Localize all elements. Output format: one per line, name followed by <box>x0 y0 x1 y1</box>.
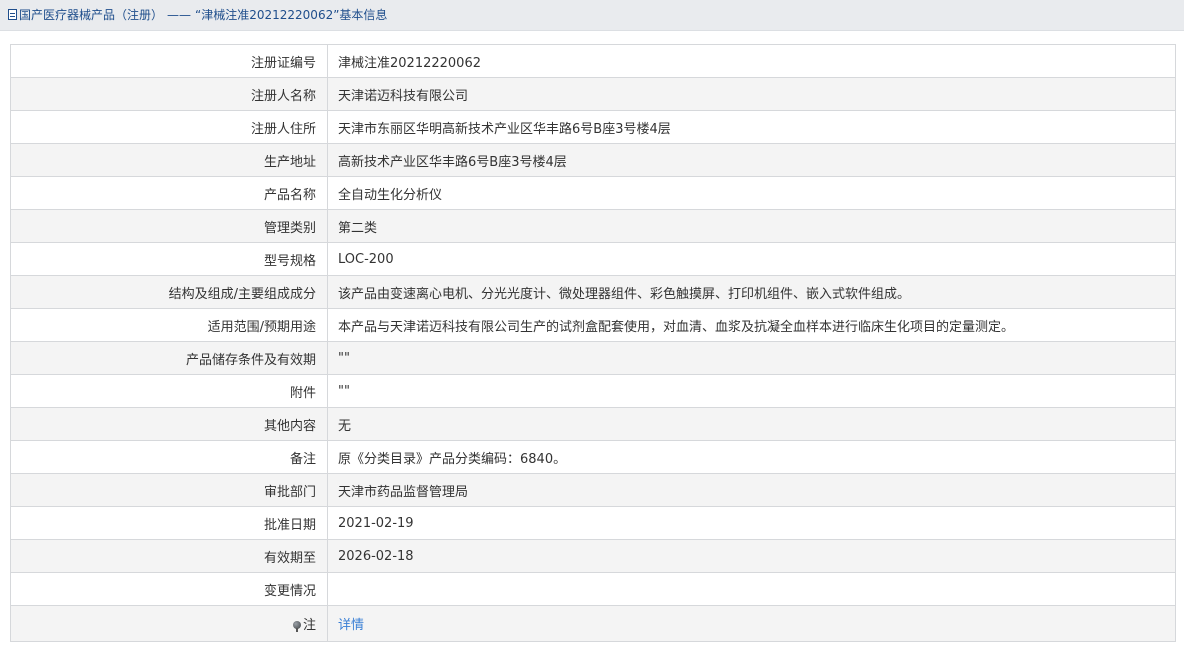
row-value: 全自动生化分析仪 <box>327 176 1176 210</box>
row-label: 有效期至 <box>10 539 328 573</box>
table-row: 审批部门 天津市药品监督管理局 <box>10 473 1176 507</box>
page-title: “津械注准20212220062”基本信息 <box>195 8 388 22</box>
row-value: 原《分类目录》产品分类编码：6840。 <box>327 440 1176 474</box>
row-value: 天津诺迈科技有限公司 <box>327 77 1176 111</box>
document-icon <box>8 9 17 20</box>
row-value: 天津市东丽区华明高新技术产业区华丰路6号B座3号楼4层 <box>327 110 1176 144</box>
table-row: 有效期至 2026-02-18 <box>10 539 1176 573</box>
breadcrumb: 国产医疗器械产品（注册） —— “津械注准20212220062”基本信息 <box>0 0 1184 31</box>
note-label: 注 <box>302 618 316 633</box>
row-label: 管理类别 <box>10 209 328 243</box>
row-label: 其他内容 <box>10 407 328 441</box>
row-value: 本产品与天津诺迈科技有限公司生产的试剂盒配套使用，对血清、血浆及抗凝全血样本进行… <box>327 308 1176 342</box>
row-value: 无 <box>327 407 1176 441</box>
table-row: 批准日期 2021-02-19 <box>10 506 1176 540</box>
row-value: 天津市药品监督管理局 <box>327 473 1176 507</box>
row-label: 型号规格 <box>10 242 328 276</box>
row-value: 2021-02-19 <box>327 506 1176 540</box>
row-value: 高新技术产业区华丰路6号B座3号楼4层 <box>327 143 1176 177</box>
row-value: LOC-200 <box>327 242 1176 276</box>
table-row: 备注 原《分类目录》产品分类编码：6840。 <box>10 440 1176 474</box>
row-value: 2026-02-18 <box>327 539 1176 573</box>
row-value: 津械注准20212220062 <box>327 44 1176 78</box>
row-label: 附件 <box>10 374 328 408</box>
row-label: 结构及组成/主要组成成分 <box>10 275 328 309</box>
note-value-cell: 详情 <box>327 605 1176 642</box>
row-label: 审批部门 <box>10 473 328 507</box>
table-row: 生产地址 高新技术产业区华丰路6号B座3号楼4层 <box>10 143 1176 177</box>
row-label: 备注 <box>10 440 328 474</box>
row-value: "" <box>327 374 1176 408</box>
table-row: 适用范围/预期用途 本产品与天津诺迈科技有限公司生产的试剂盒配套使用，对血清、血… <box>10 308 1176 342</box>
note-row: 注 详情 <box>10 605 1176 642</box>
breadcrumb-category: 国产医疗器械产品（注册） <box>19 8 164 22</box>
detail-link[interactable]: 详情 <box>338 618 364 633</box>
row-label: 注册证编号 <box>10 44 328 78</box>
row-label: 注册人名称 <box>10 77 328 111</box>
row-value: 第二类 <box>327 209 1176 243</box>
table-row: 型号规格 LOC-200 <box>10 242 1176 276</box>
table-row: 附件 "" <box>10 374 1176 408</box>
table-row: 管理类别 第二类 <box>10 209 1176 243</box>
table-row: 产品名称 全自动生化分析仪 <box>10 176 1176 210</box>
row-label: 适用范围/预期用途 <box>10 308 328 342</box>
row-label: 产品名称 <box>10 176 328 210</box>
row-label: 变更情况 <box>10 572 328 606</box>
table-row: 结构及组成/主要组成成分 该产品由变速离心电机、分光光度计、微处理器组件、彩色触… <box>10 275 1176 309</box>
pin-icon <box>292 621 301 632</box>
note-label-cell: 注 <box>10 605 328 642</box>
table-row: 变更情况 <box>10 572 1176 606</box>
row-value <box>327 572 1176 606</box>
info-table: 注册证编号 津械注准20212220062 注册人名称 天津诺迈科技有限公司 注… <box>10 44 1176 642</box>
row-label: 生产地址 <box>10 143 328 177</box>
table-row: 其他内容 无 <box>10 407 1176 441</box>
table-row: 注册人住所 天津市东丽区华明高新技术产业区华丰路6号B座3号楼4层 <box>10 110 1176 144</box>
table-row: 注册证编号 津械注准20212220062 <box>10 44 1176 78</box>
row-label: 注册人住所 <box>10 110 328 144</box>
table-row: 注册人名称 天津诺迈科技有限公司 <box>10 77 1176 111</box>
row-value: 该产品由变速离心电机、分光光度计、微处理器组件、彩色触摸屏、打印机组件、嵌入式软… <box>327 275 1176 309</box>
row-label: 产品储存条件及有效期 <box>10 341 328 375</box>
table-row: 产品储存条件及有效期 "" <box>10 341 1176 375</box>
breadcrumb-separator: —— <box>167 8 192 22</box>
row-value: "" <box>327 341 1176 375</box>
row-label: 批准日期 <box>10 506 328 540</box>
